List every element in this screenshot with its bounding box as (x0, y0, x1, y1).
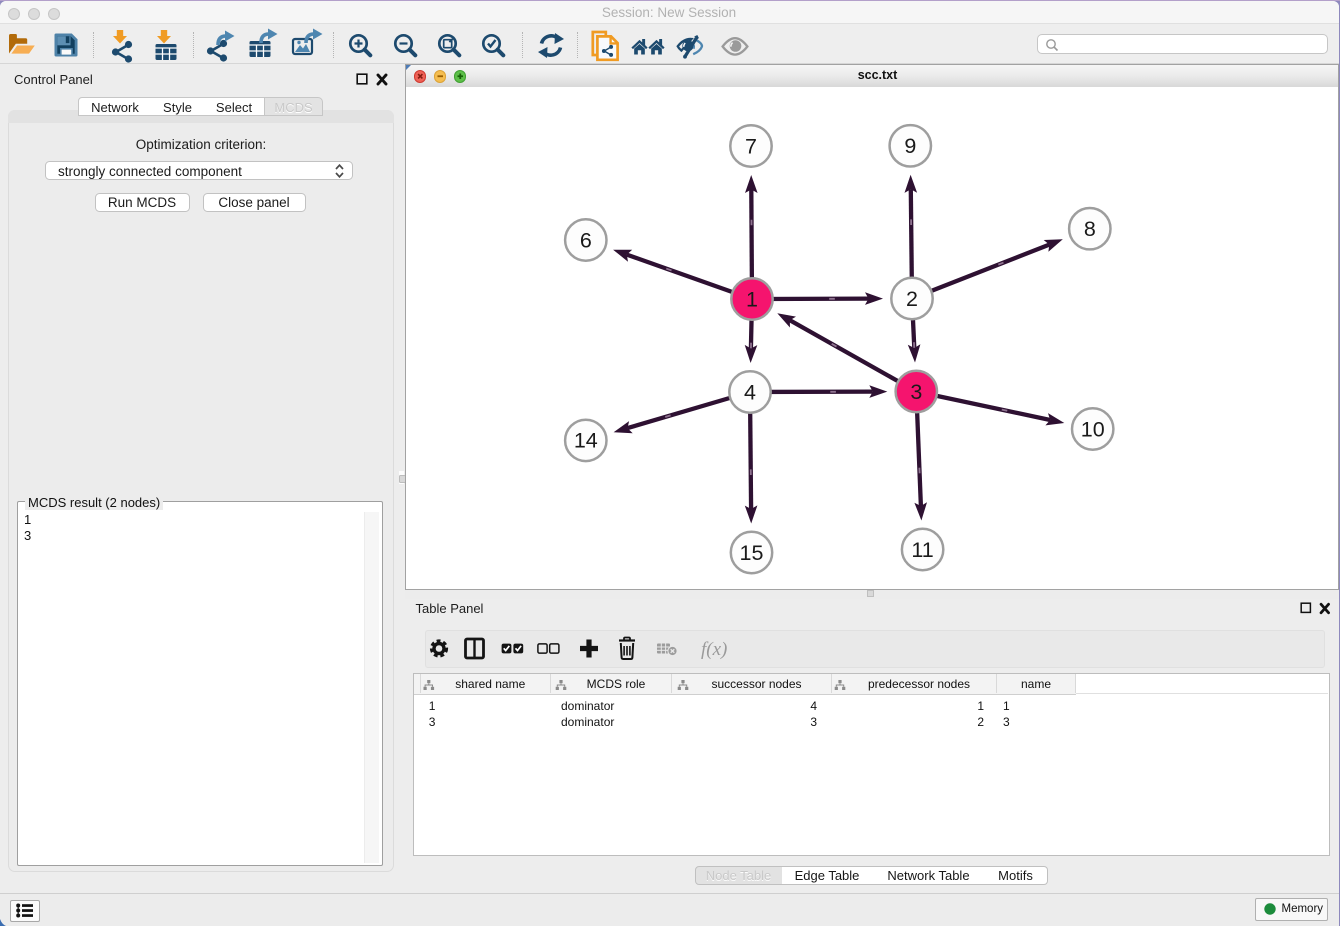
svg-text:9: 9 (904, 134, 916, 158)
svg-text:4: 4 (744, 380, 756, 404)
svg-text:2: 2 (906, 287, 918, 311)
svg-text:11: 11 (911, 538, 933, 562)
svg-text:6: 6 (579, 228, 591, 252)
svg-text:7: 7 (745, 134, 757, 158)
svg-text:15: 15 (739, 541, 763, 565)
svg-text:f(x): f(x) (701, 639, 727, 660)
svg-text:10: 10 (1080, 417, 1104, 441)
svg-text:14: 14 (573, 429, 597, 453)
svg-text:1: 1 (746, 287, 758, 311)
svg-text:8: 8 (1083, 217, 1095, 241)
svg-text:3: 3 (910, 380, 922, 404)
